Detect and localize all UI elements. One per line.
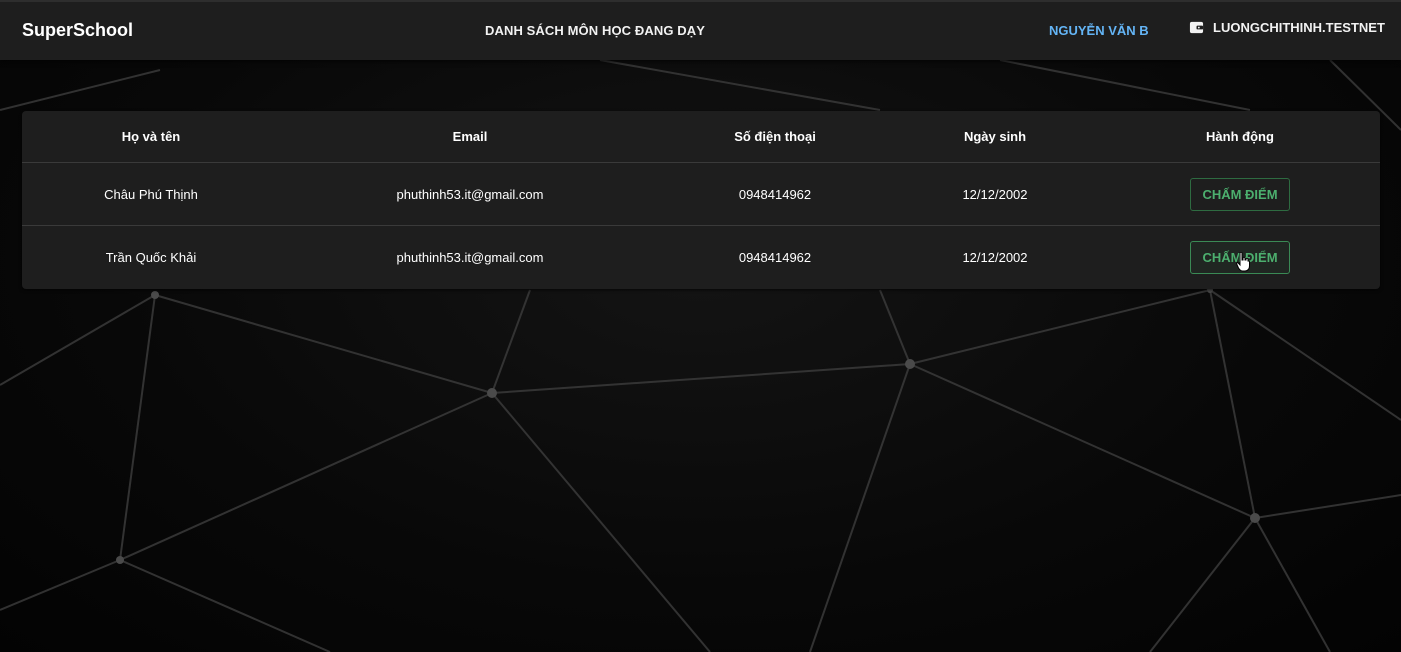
header-phone: Số điện thoại [660,111,890,163]
cell-birthdate: 12/12/2002 [890,162,1100,226]
cell-phone: 0948414962 [738,249,812,265]
wallet-icon [1189,21,1204,34]
hand-pointer-cursor-icon [1236,252,1250,272]
cell-name: Trần Quốc Khải [105,249,197,265]
table-header-row: Họ và tên Email Số điện thoại Ngày sinh … [22,111,1380,163]
cell-email: phuthinh53.it@gmail.com [396,249,544,265]
cell-birthdate: 12/12/2002 [962,249,1028,265]
cell-name: Châu Phú Thịnh [22,162,280,226]
header-email: Email [280,111,660,163]
grade-button[interactable]: CHẤM ĐIỂM [1190,177,1290,211]
table-row: Trần Quốc Khải phuthinh53.it@gmail.com 0… [22,226,1380,289]
brand-logo-text[interactable]: SuperSchool [22,20,133,41]
background-network-graphic [0,59,1401,652]
cell-action: CHẤM ĐIỂM [1100,162,1380,226]
cell-email: phuthinh53.it@gmail.com [280,162,660,226]
students-table: Họ và tên Email Số điện thoại Ngày sinh … [22,111,1380,288]
nav-link-teaching-subjects[interactable]: DANH SÁCH MÔN HỌC ĐANG DẠY [485,23,705,38]
nav-user-name[interactable]: NGUYỄN VĂN B [1049,23,1149,38]
nav-wallet-account[interactable]: LUONGCHITHINH.TESTNET [1189,20,1385,35]
cell-phone: 0948414962 [660,162,890,226]
header-full-name: Họ và tên [22,111,280,163]
header-birthdate: Ngày sinh [890,111,1100,163]
table-row: Châu Phú Thịnh phuthinh53.it@gmail.com 0… [22,162,1380,226]
wallet-account-label: LUONGCHITHINH.TESTNET [1213,20,1385,35]
students-table-card: Họ và tên Email Số điện thoại Ngày sinh … [22,111,1380,289]
header-action: Hành động [1100,111,1380,163]
top-navbar: SuperSchool DANH SÁCH MÔN HỌC ĐANG DẠY N… [0,0,1401,60]
page: SuperSchool DANH SÁCH MÔN HỌC ĐANG DẠY N… [0,0,1401,652]
